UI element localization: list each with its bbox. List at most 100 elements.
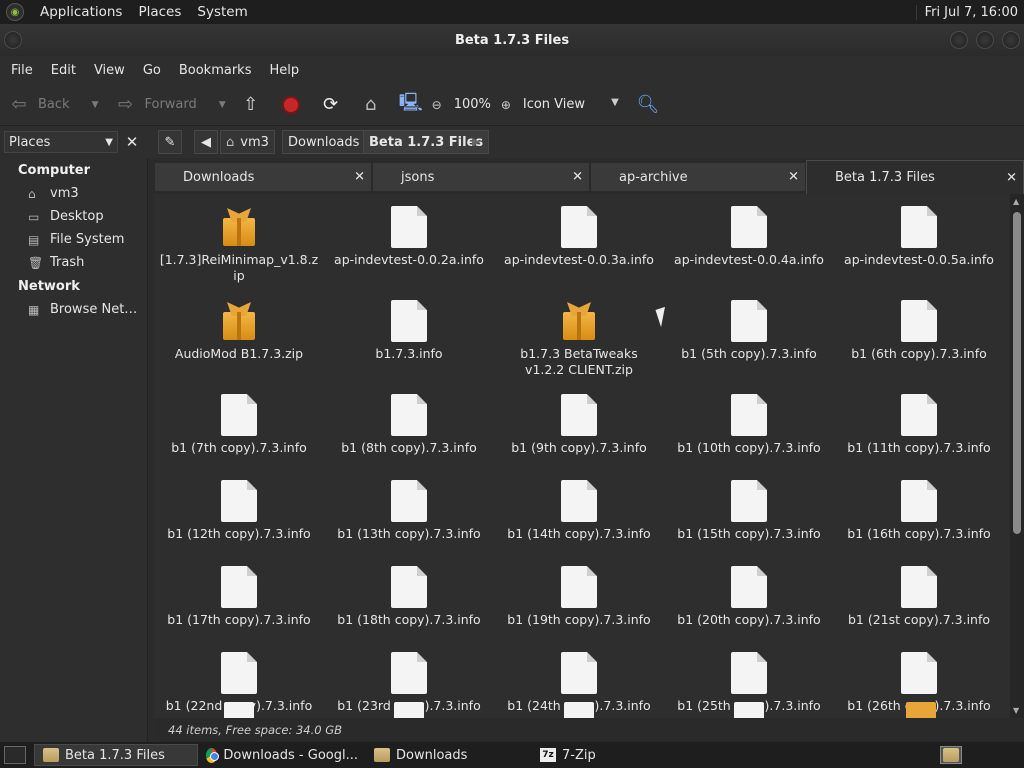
info-file[interactable]: b1 (21st copy).7.3.info <box>834 562 1004 648</box>
zoom-in-icon[interactable]: ⊕ <box>495 94 517 116</box>
scrollbar-thumb[interactable] <box>1013 212 1021 534</box>
tab-downloads[interactable]: Downloads ✕ <box>154 162 372 192</box>
archive-file[interactable]: AudioMod B1.7.3.zip <box>154 296 324 390</box>
document-icon <box>731 652 767 694</box>
stop-icon[interactable] <box>280 94 302 116</box>
home-icon[interactable]: ⌂ <box>360 94 382 116</box>
info-file[interactable]: ap-indevtest-0.0.4a.info <box>664 202 834 296</box>
info-file[interactable]: ap-indevtest-0.0.2a.info <box>324 202 494 296</box>
window-titlebar[interactable]: Beta 1.7.3 Files <box>0 24 1024 56</box>
places-menu[interactable]: Places <box>130 4 189 20</box>
menu-go[interactable]: Go <box>134 63 170 78</box>
sidebar-item-browse-network[interactable]: ▦ Browse Net… <box>0 298 147 321</box>
info-file[interactable]: b1 (7th copy).7.3.info <box>154 390 324 476</box>
document-icon <box>901 394 937 436</box>
scroll-up-icon[interactable]: ▲ <box>1013 197 1019 206</box>
sidebar-type-select[interactable]: Places ▼ <box>4 131 118 153</box>
info-file[interactable]: b1 (10th copy).7.3.info <box>664 390 834 476</box>
task-chrome-downloads[interactable]: Downloads - Googl... <box>198 744 366 766</box>
info-file[interactable]: b1 (9th copy).7.3.info <box>494 390 664 476</box>
back-arrow-icon: ⇦ <box>11 94 27 115</box>
clock[interactable]: Fri Jul 7, 16:00 <box>915 4 1024 20</box>
menu-bookmarks[interactable]: Bookmarks <box>170 63 261 78</box>
edit-location-button[interactable]: ✎ <box>158 130 182 154</box>
sidebar-item-trash[interactable]: 🗑︎ Trash <box>0 251 147 274</box>
file-name: [1.7.3]ReiMinimap_v1.8.zip <box>159 252 319 283</box>
menu-view[interactable]: View <box>85 63 134 78</box>
menu-help[interactable]: Help <box>260 63 308 78</box>
info-file[interactable]: b1 (19th copy).7.3.info <box>494 562 664 648</box>
close-tab-icon[interactable]: ✕ <box>788 170 799 185</box>
forward-button[interactable]: ⇨ Forward ▼ <box>106 94 233 116</box>
sidebar-item-file-system[interactable]: ▤ File System <box>0 228 147 251</box>
info-file[interactable]: b1 (15th copy).7.3.info <box>664 476 834 562</box>
info-file[interactable]: ap-indevtest-0.0.3a.info <box>494 202 664 296</box>
chevron-right-icon[interactable]: ▶ <box>472 135 480 148</box>
applications-menu[interactable]: Applications <box>32 4 130 20</box>
crumb-scroll-left[interactable]: ◀ <box>194 130 218 154</box>
crumb-current[interactable]: Beta 1.7.3 Files <box>363 130 490 154</box>
close-sidebar-icon[interactable]: ✕ <box>122 132 142 152</box>
menu-file[interactable]: File <box>2 63 42 78</box>
up-folder-icon[interactable]: ⇧ <box>240 94 262 116</box>
sidebar-item-desktop[interactable]: ▭ Desktop <box>0 205 147 228</box>
info-file[interactable]: b1 (18th copy).7.3.info <box>324 562 494 648</box>
back-button[interactable]: ⇦ Back ▼ <box>0 94 106 116</box>
reload-icon[interactable]: ⟳ <box>320 94 342 116</box>
forward-history-dropdown-icon[interactable]: ▼ <box>219 100 226 110</box>
search-icon[interactable]: 🔍︎ <box>636 94 659 116</box>
info-file[interactable]: b1 (16th copy).7.3.info <box>834 476 1004 562</box>
back-history-dropdown-icon[interactable]: ▼ <box>92 100 99 110</box>
info-file[interactable]: b1 (11th copy).7.3.info <box>834 390 1004 476</box>
info-file[interactable]: b1 (17th copy).7.3.info <box>154 562 324 648</box>
crumb-vm3[interactable]: ⌂ vm3 <box>220 130 275 154</box>
info-file[interactable]: b1 (6th copy).7.3.info <box>834 296 1004 390</box>
window-menu-button[interactable] <box>4 31 22 49</box>
view-mode-select[interactable]: Icon View ▼ <box>523 97 619 112</box>
zoom-out-icon[interactable]: ⊖ <box>426 94 448 116</box>
chevron-down-icon: ▼ <box>611 97 619 108</box>
distro-logo-icon[interactable]: ◉ <box>6 3 24 21</box>
vertical-scrollbar[interactable]: ▲ ▼ <box>1010 194 1024 718</box>
task-beta-files[interactable]: Beta 1.7.3 Files <box>34 744 198 766</box>
minimize-button[interactable] <box>950 31 968 49</box>
file-name: b1 (19th copy).7.3.info <box>507 612 651 627</box>
info-file[interactable]: b1 (5th copy).7.3.info <box>664 296 834 390</box>
info-file[interactable]: b1 (12th copy).7.3.info <box>154 476 324 562</box>
file-icon-partial <box>394 702 424 718</box>
archive-file[interactable]: [1.7.3]ReiMinimap_v1.8.zip <box>154 202 324 296</box>
task-7zip[interactable]: 7z 7-Zip <box>532 744 692 766</box>
show-desktop-icon[interactable] <box>4 746 26 764</box>
desktop-icon: ▭ <box>28 209 40 224</box>
menu-edit[interactable]: Edit <box>42 63 85 78</box>
task-downloads[interactable]: Downloads <box>366 744 532 766</box>
info-file[interactable]: b1 (20th copy).7.3.info <box>664 562 834 648</box>
sidebar-item-vm3[interactable]: ⌂ vm3 <box>0 182 147 205</box>
tab-beta-files[interactable]: Beta 1.7.3 Files ✕ <box>806 160 1024 194</box>
info-file[interactable]: b1 (8th copy).7.3.info <box>324 390 494 476</box>
close-tab-icon[interactable]: ✕ <box>354 170 365 185</box>
info-file[interactable]: b1 (13th copy).7.3.info <box>324 476 494 562</box>
close-window-button[interactable] <box>1002 31 1020 49</box>
info-file[interactable]: b1.7.3.info <box>324 296 494 390</box>
file-name: ap-indevtest-0.0.4a.info <box>674 252 824 267</box>
file-name: b1 (5th copy).7.3.info <box>681 346 817 361</box>
tab-jsons[interactable]: jsons ✕ <box>372 162 590 192</box>
workspace-switcher[interactable] <box>940 746 962 764</box>
maximize-button[interactable] <box>976 31 994 49</box>
system-menu[interactable]: System <box>189 4 255 20</box>
close-tab-icon[interactable]: ✕ <box>572 170 583 185</box>
archive-file[interactable]: b1.7.3 BetaTweaks v1.2.2 CLIENT.zip <box>494 296 664 390</box>
info-file[interactable]: b1 (14th copy).7.3.info <box>494 476 664 562</box>
scroll-down-icon[interactable]: ▼ <box>1013 706 1019 715</box>
file-name: b1 (8th copy).7.3.info <box>341 440 477 455</box>
info-file[interactable]: ap-indevtest-0.0.5a.info <box>834 202 1004 296</box>
tab-ap-archive[interactable]: ap-archive ✕ <box>590 162 806 192</box>
crumb-downloads[interactable]: Downloads <box>282 130 366 154</box>
crumb-label: vm3 <box>240 134 269 150</box>
file-name: b1 (15th copy).7.3.info <box>677 526 821 541</box>
close-tab-icon[interactable]: ✕ <box>1006 170 1017 185</box>
computer-icon[interactable]: 🖳 <box>399 92 423 116</box>
document-icon <box>901 300 937 342</box>
icon-view[interactable]: [1.7.3]ReiMinimap_v1.8.zip ap-indevtest-0… <box>154 194 1010 718</box>
